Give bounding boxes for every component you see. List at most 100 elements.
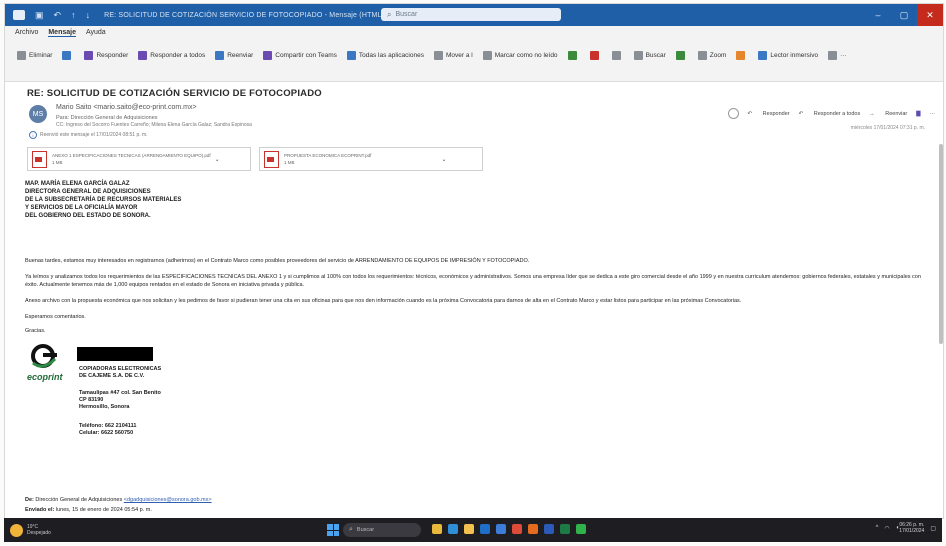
window-title: RE: SOLICITUD DE COTIZACIÓN SERVICIO DE … xyxy=(104,11,385,19)
chevron-down-icon[interactable]: ⌄ xyxy=(441,156,446,163)
taskbar-search[interactable]: ⌕ Buscar xyxy=(343,523,421,537)
delete-button-label: Eliminar xyxy=(29,52,53,59)
share-teams-button[interactable]: Compartir con Teams xyxy=(263,51,337,60)
emoji-reaction-icon[interactable] xyxy=(727,108,739,119)
phone-line: Teléfono: 662 2104111 xyxy=(79,423,137,429)
teams-action-icon[interactable]: ▇ xyxy=(916,111,920,117)
close-icon[interactable]: ✕ xyxy=(917,4,943,26)
menu-archivo[interactable]: Archivo xyxy=(15,29,38,36)
reply-all-action-label: Responder a todos xyxy=(813,110,861,117)
immersive-reader-button[interactable]: Lector inmersivo xyxy=(758,51,818,60)
message-date: miércoles 17/01/2024 07:31 p. m. xyxy=(850,125,925,131)
message-subject: RE: SOLICITUD DE COTIZACIÓN SERVICIO DE … xyxy=(27,88,322,99)
outlook-app-icon xyxy=(13,10,25,20)
wifi-icon[interactable]: ◠ xyxy=(884,525,889,532)
windows-start-icon[interactable] xyxy=(327,524,339,536)
taskbar-search-placeholder: Buscar xyxy=(356,527,375,533)
body-paragraph: Ya leímos y analizamos todos los requeri… xyxy=(25,274,921,288)
policy-button[interactable] xyxy=(611,51,624,60)
taskbar-app-folder[interactable] xyxy=(464,524,474,534)
translate-button[interactable] xyxy=(736,51,748,60)
windows-taskbar: 19°C Despejado ⌕ Buscar ^ ◠ ◖ 06:26 p. m… xyxy=(4,518,942,542)
title-search-placeholder: Buscar xyxy=(395,11,418,18)
mark-read-button-label: Marcar como no leído xyxy=(494,52,558,59)
undo-icon[interactable]: ↶ xyxy=(54,10,62,21)
reply-button[interactable]: Responder xyxy=(84,51,128,60)
forward-button[interactable]: Reenviar xyxy=(215,51,253,60)
footer-from-email[interactable]: <dgadquisiciones@sonora.gob.mx> xyxy=(124,497,212,503)
archive-button[interactable] xyxy=(62,51,74,60)
reply-all-button[interactable]: Responder a todos xyxy=(138,51,205,60)
notification-icon[interactable]: ▢ xyxy=(930,525,936,532)
addressee-line: DE LA SUBSECRETARÍA DE RECURSOS MATERIAL… xyxy=(25,197,182,203)
taskbar-app-excel[interactable] xyxy=(560,524,570,534)
footer-sent-value: lunes, 15 de enero de 2024 05:54 p. m. xyxy=(55,507,152,513)
taskbar-app-store[interactable] xyxy=(496,524,506,534)
redacted-name-block xyxy=(77,347,153,361)
taskbar-app-word[interactable] xyxy=(544,524,554,534)
taskbar-app-outlook[interactable] xyxy=(480,524,490,534)
pdf-file-icon xyxy=(264,150,279,168)
body-paragraph: Esperamos comentarios. xyxy=(25,314,86,320)
address-line: CP 83190 xyxy=(79,397,104,403)
minimize-icon[interactable]: – xyxy=(865,4,891,26)
avatar[interactable]: MS xyxy=(29,105,47,123)
flag-button[interactable] xyxy=(589,51,602,60)
maximize-icon[interactable]: ▢ xyxy=(891,4,917,26)
addressee-line: Y SERVICIOS DE LA OFICIALÍA MAYOR xyxy=(25,205,138,211)
cc-recipients[interactable]: CC: Ingreso del Socorro Fuentes Carreño;… xyxy=(56,122,252,128)
taskbar-app-whatsapp[interactable] xyxy=(576,524,586,534)
footer-from-label: De: xyxy=(25,497,34,503)
mark-read-button[interactable]: Marcar como no leído xyxy=(482,51,558,60)
search-icon xyxy=(633,51,643,60)
ribbon-toolbar: Eliminar Responder Responder a todos Reenvi… xyxy=(5,39,943,82)
taskbar-app-edge[interactable] xyxy=(448,524,458,534)
title-search-box[interactable]: ⌕ Buscar xyxy=(381,8,561,21)
delete-button[interactable]: Eliminar xyxy=(17,51,52,60)
search-icon: ⌕ xyxy=(387,9,392,19)
more-actions-icon[interactable]: ··· xyxy=(930,111,936,117)
select-button[interactable] xyxy=(675,51,688,60)
move-button[interactable]: Mover a l xyxy=(433,51,473,60)
more-button[interactable]: ··· xyxy=(828,51,847,60)
addressee-block: MAP. MARÍA ELENA GARCÍA GALAZ DIRECTORA … xyxy=(25,180,181,220)
attachment-proposal[interactable]: PROPUESTA ECONOMICA ECOPRINT.pdf 1 MB ⌄ xyxy=(259,147,483,171)
reply-icon xyxy=(84,51,94,60)
move-icon xyxy=(433,51,443,60)
system-tray: ^ ◠ ◖ 06:26 p. m. 17/01/2024 ▢ xyxy=(870,522,936,534)
body-paragraph: Gracias. xyxy=(25,328,46,334)
reply-action-label: Responder xyxy=(762,110,790,117)
clock[interactable]: 06:26 p. m. 17/01/2024 xyxy=(899,522,924,534)
chevron-down-icon[interactable]: ⌄ xyxy=(215,156,220,163)
reply-all-action-button[interactable]: ↶ Responder a todos xyxy=(799,111,861,117)
zoom-button[interactable]: Zoom xyxy=(697,51,726,60)
to-recipients[interactable]: Para: Dirección General de Adquisiciones xyxy=(56,115,158,121)
menu-ayuda[interactable]: Ayuda xyxy=(86,29,106,36)
taskbar-app-chrome[interactable] xyxy=(512,524,522,534)
sender-name[interactable]: Mario Saito <mario.saito@eco-print.com.m… xyxy=(56,104,197,111)
attachment-size: 1 MB xyxy=(52,160,63,165)
attachment-annex[interactable]: ANEXO 1 ESPECIFICACIONES TECNICAS (ARREN… xyxy=(27,147,251,171)
phone-line: Celular: 6622 560750 xyxy=(79,430,134,436)
taskbar-apps xyxy=(432,524,592,534)
vertical-scrollbar[interactable] xyxy=(939,144,943,344)
up-arrow-icon[interactable]: ↑ xyxy=(71,10,76,20)
taskbar-app-file-explorer[interactable] xyxy=(432,524,442,534)
find-button[interactable]: Buscar xyxy=(633,51,666,60)
forward-action-button[interactable]: → Reenviar xyxy=(869,111,907,117)
menu-mensaje[interactable]: Mensaje xyxy=(48,29,76,37)
reply-action-button[interactable]: ↶ Responder xyxy=(748,111,790,117)
categorize-button[interactable] xyxy=(567,51,580,60)
weather-sun-icon xyxy=(10,523,23,537)
chevron-up-icon[interactable]: ^ xyxy=(876,525,879,531)
reader-icon xyxy=(758,51,768,60)
taskbar-app-firefox[interactable] xyxy=(528,524,538,534)
footer-from: De: Dirección General de Adquisiciones <… xyxy=(25,497,212,503)
ecoprint-logo-text: ecoprint xyxy=(27,372,63,382)
zoom-icon xyxy=(697,51,707,60)
weather-widget[interactable]: 19°C Despejado xyxy=(10,523,51,537)
reply-all-button-label: Responder a todos xyxy=(150,52,206,59)
all-apps-button[interactable]: Todas las aplicaciones xyxy=(346,51,424,60)
down-arrow-icon[interactable]: ↓ xyxy=(86,10,91,20)
save-icon[interactable]: ▣ xyxy=(35,10,44,21)
